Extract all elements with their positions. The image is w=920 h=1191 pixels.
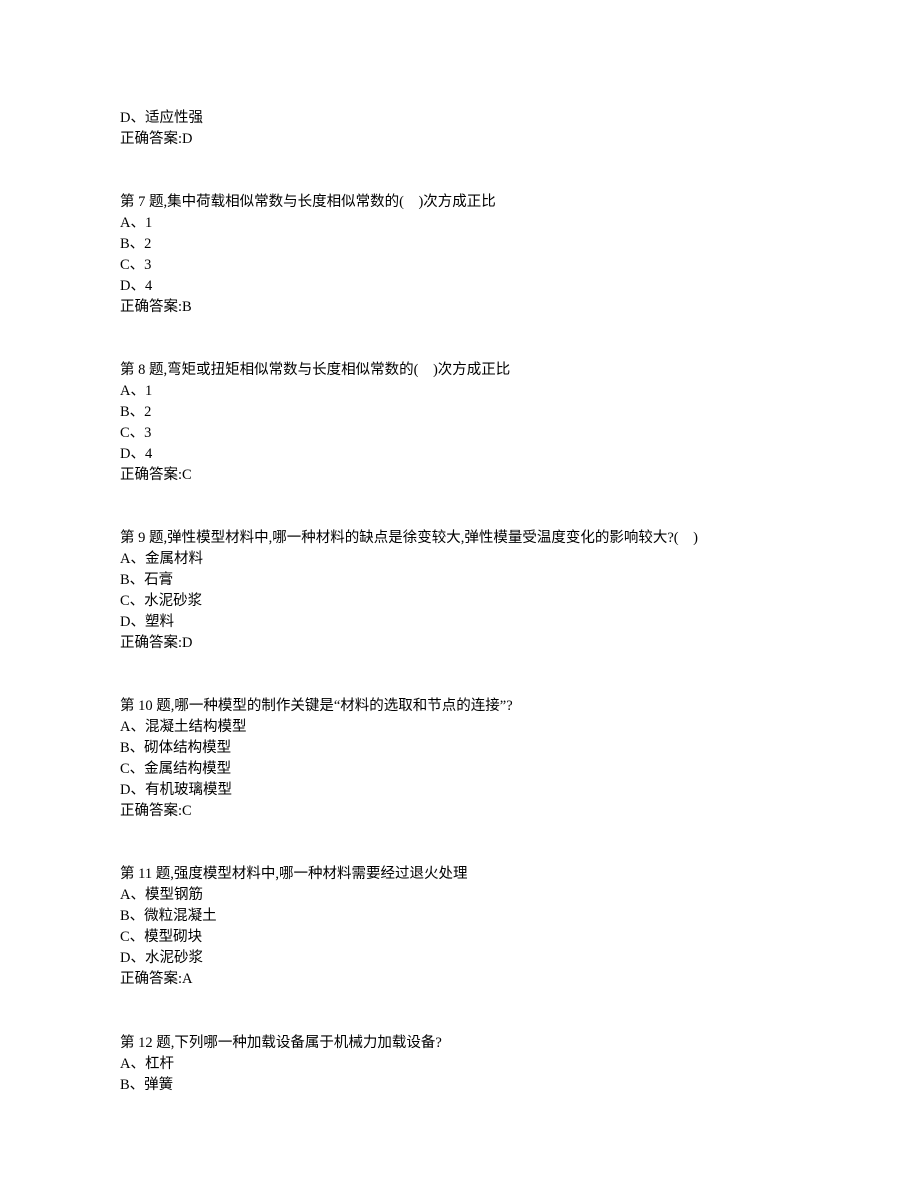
answer-line: 正确答案:D bbox=[120, 129, 800, 150]
document-page: D、适应性强 正确答案:D 第 7 题,集中荷载相似常数与长度相似常数的( )次… bbox=[0, 0, 920, 1191]
question-7: 第 7 题,集中荷载相似常数与长度相似常数的( )次方成正比 A、1 B、2 C… bbox=[120, 192, 800, 318]
option-a: A、1 bbox=[120, 381, 800, 402]
option-b: B、2 bbox=[120, 234, 800, 255]
option-d: D、4 bbox=[120, 444, 800, 465]
option-a: A、金属材料 bbox=[120, 549, 800, 570]
option-b: B、微粒混凝土 bbox=[120, 906, 800, 927]
answer-line: 正确答案:D bbox=[120, 633, 800, 654]
option-d: D、适应性强 bbox=[120, 108, 800, 129]
question-text: 第 10 题,哪一种模型的制作关键是“材料的选取和节点的连接”? bbox=[120, 696, 800, 717]
orphan-block: D、适应性强 正确答案:D bbox=[120, 108, 800, 150]
answer-line: 正确答案:B bbox=[120, 297, 800, 318]
option-d: D、塑料 bbox=[120, 612, 800, 633]
option-c: C、模型砌块 bbox=[120, 927, 800, 948]
question-10: 第 10 题,哪一种模型的制作关键是“材料的选取和节点的连接”? A、混凝土结构… bbox=[120, 696, 800, 822]
option-c: C、3 bbox=[120, 423, 800, 444]
answer-line: 正确答案:C bbox=[120, 465, 800, 486]
option-a: A、模型钢筋 bbox=[120, 885, 800, 906]
question-text: 第 9 题,弹性模型材料中,哪一种材料的缺点是徐变较大,弹性模量受温度变化的影响… bbox=[120, 528, 800, 549]
option-c: C、水泥砂浆 bbox=[120, 591, 800, 612]
option-d: D、水泥砂浆 bbox=[120, 948, 800, 969]
option-d: D、有机玻璃模型 bbox=[120, 780, 800, 801]
question-text: 第 11 题,强度模型材料中,哪一种材料需要经过退火处理 bbox=[120, 864, 800, 885]
option-b: B、砌体结构模型 bbox=[120, 738, 800, 759]
option-a: A、混凝土结构模型 bbox=[120, 717, 800, 738]
option-b: B、弹簧 bbox=[120, 1075, 800, 1096]
answer-line: 正确答案:A bbox=[120, 969, 800, 990]
question-text: 第 7 题,集中荷载相似常数与长度相似常数的( )次方成正比 bbox=[120, 192, 800, 213]
question-11: 第 11 题,强度模型材料中,哪一种材料需要经过退火处理 A、模型钢筋 B、微粒… bbox=[120, 864, 800, 990]
option-b: B、石膏 bbox=[120, 570, 800, 591]
option-c: C、3 bbox=[120, 255, 800, 276]
option-b: B、2 bbox=[120, 402, 800, 423]
question-8: 第 8 题,弯矩或扭矩相似常数与长度相似常数的( )次方成正比 A、1 B、2 … bbox=[120, 360, 800, 486]
question-text: 第 12 题,下列哪一种加载设备属于机械力加载设备? bbox=[120, 1033, 800, 1054]
option-c: C、金属结构模型 bbox=[120, 759, 800, 780]
question-9: 第 9 题,弹性模型材料中,哪一种材料的缺点是徐变较大,弹性模量受温度变化的影响… bbox=[120, 528, 800, 654]
option-a: A、1 bbox=[120, 213, 800, 234]
answer-line: 正确答案:C bbox=[120, 801, 800, 822]
option-d: D、4 bbox=[120, 276, 800, 297]
option-a: A、杠杆 bbox=[120, 1054, 800, 1075]
question-12: 第 12 题,下列哪一种加载设备属于机械力加载设备? A、杠杆 B、弹簧 bbox=[120, 1033, 800, 1096]
question-text: 第 8 题,弯矩或扭矩相似常数与长度相似常数的( )次方成正比 bbox=[120, 360, 800, 381]
